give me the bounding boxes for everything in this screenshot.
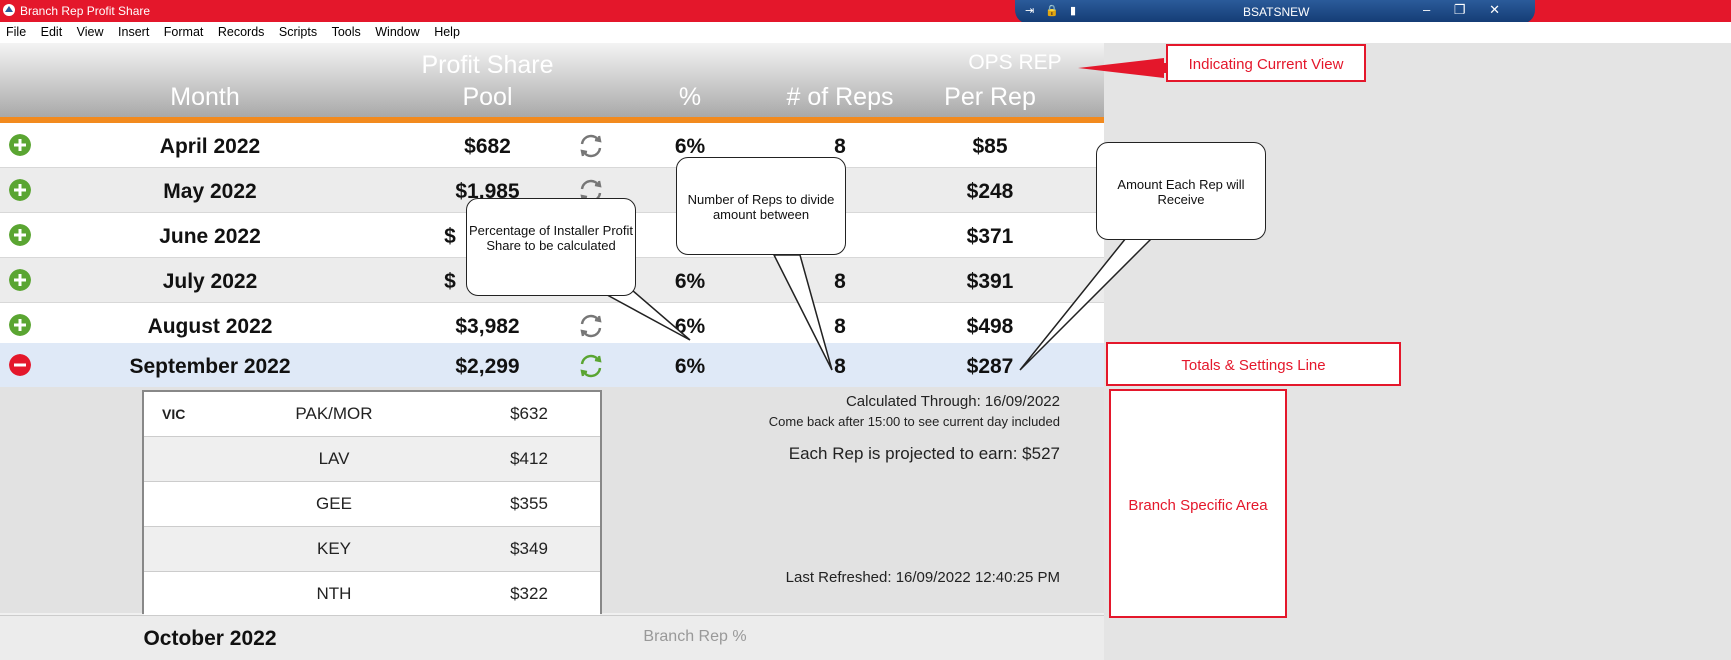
branch-amount: $412 (510, 449, 548, 468)
row-per-rep: $85 (972, 135, 1008, 158)
callout-amount-each: Amount Each Rep will Receive (1096, 142, 1266, 240)
header-num-reps: # of Reps (786, 83, 894, 111)
collapse-minus-icon[interactable] (9, 354, 31, 376)
row-pool: $2,299 (455, 355, 520, 378)
annotation-branch-area: Branch Specific Area (1109, 389, 1287, 618)
menu-help[interactable]: Help (434, 22, 460, 39)
menu-scripts[interactable]: Scripts (279, 22, 317, 39)
branch-amount: $355 (510, 494, 548, 513)
row-num-reps: 8 (834, 270, 846, 293)
row-per-rep: $498 (966, 315, 1014, 338)
branch-row: KEY $349 (144, 527, 600, 572)
header-month: Month (170, 83, 240, 111)
branch-name: KEY (316, 539, 352, 558)
menu-view[interactable]: View (77, 22, 104, 39)
last-refreshed: Last Refreshed: 16/09/2022 12:40:25 PM (785, 569, 1060, 586)
app-icon (3, 4, 15, 16)
header-pool-line1: Profit Share (421, 51, 554, 79)
callout-num-reps: Number of Reps to divide amount between (676, 157, 846, 255)
branch-rep-percent-label: Branch Rep % (643, 628, 747, 645)
branch-name: GEE (316, 494, 352, 513)
branch-state: VIC (162, 406, 186, 422)
branch-row: VIC PAK/MOR $632 (144, 392, 600, 437)
branch-row: NTH $322 (144, 572, 600, 617)
menu-insert[interactable]: Insert (118, 22, 149, 39)
row-percent: 6% (674, 270, 706, 293)
branch-name: PAK/MOR (295, 404, 373, 423)
branch-amount: $349 (510, 539, 548, 558)
expand-plus-icon[interactable] (9, 179, 31, 201)
menu-window[interactable]: Window (375, 22, 419, 39)
main-panel: Month Profit Share Pool % # of Reps OPS … (0, 43, 1104, 660)
header-pool-line2: Pool (462, 83, 513, 111)
citrix-server-name: BSATSNEW (1243, 5, 1310, 19)
row-num-reps: 8 (834, 315, 846, 338)
branch-name: LAV (318, 449, 350, 468)
refresh-icon[interactable] (576, 351, 606, 381)
totals-settings-row[interactable]: September 2022 $2,299 6% 8 $287 (0, 343, 1104, 388)
row-per-rep: $391 (966, 270, 1014, 293)
menu-file[interactable]: File (6, 22, 26, 39)
menu-edit[interactable]: Edit (41, 22, 63, 39)
branch-row: GEE $355 (144, 482, 600, 527)
row-percent: 6% (674, 135, 706, 158)
row-per-rep: $248 (966, 180, 1014, 203)
citrix-tools-icons[interactable]: ⇥ 🔒 ▮ (1025, 4, 1080, 17)
row-pool: $3,982 (455, 315, 520, 338)
calculated-through: Calculated Through: 16/09/2022 (845, 393, 1060, 410)
citrix-bar[interactable]: ⇥ 🔒 ▮ BSATSNEW ‒ ❐ ✕ (1015, 0, 1535, 24)
window-controls[interactable]: ‒ ❐ ✕ (1423, 2, 1510, 18)
row-per-rep: $287 (966, 355, 1014, 378)
menu-tools[interactable]: Tools (332, 22, 361, 39)
callout-percentage: Percentage of Installer Profit Share to … (466, 198, 636, 296)
row-month: October 2022 (143, 627, 277, 650)
row-percent: 6% (674, 315, 706, 338)
annotation-current-view: Indicating Current View (1166, 44, 1366, 82)
expand-plus-icon[interactable] (9, 134, 31, 156)
header-current-view: OPS REP (968, 51, 1062, 74)
expand-plus-icon[interactable] (9, 269, 31, 291)
window-title: Branch Rep Profit Share (20, 4, 151, 18)
branch-name: NTH (316, 584, 352, 603)
come-back-note: Come back after 15:00 to see current day… (768, 414, 1060, 429)
row-month: August 2022 (147, 315, 273, 338)
branch-table: VIC PAK/MOR $632 LAV $412 GEE $355 KEY $… (142, 390, 602, 617)
menu-bar: File Edit View Insert Format Records Scr… (0, 22, 1731, 43)
expand-plus-icon[interactable] (9, 224, 31, 246)
month-row[interactable]: October 2022 Branch Rep % (0, 615, 1104, 660)
branch-amount: $322 (510, 584, 548, 603)
row-pool: $682 (464, 135, 511, 158)
expand-plus-icon[interactable] (9, 314, 31, 336)
row-per-rep: $371 (966, 225, 1014, 248)
menu-records[interactable]: Records (218, 22, 265, 39)
branch-amount: $632 (510, 404, 548, 423)
branch-row: LAV $412 (144, 437, 600, 482)
row-month: July 2022 (162, 270, 258, 293)
refresh-icon[interactable] (576, 311, 606, 341)
header-per-rep: Per Rep (944, 83, 1036, 111)
projected-earnings: Each Rep is projected to earn: $527 (788, 444, 1060, 463)
row-month: September 2022 (129, 355, 291, 378)
month-row[interactable]: April 2022 $682 6% 8 $85 (0, 123, 1104, 168)
row-month: June 2022 (159, 225, 261, 248)
table-header: Month Profit Share Pool % # of Reps OPS … (0, 43, 1104, 117)
menu-format[interactable]: Format (164, 22, 204, 39)
row-month: May 2022 (163, 180, 257, 203)
header-percent: % (678, 83, 702, 111)
refresh-icon[interactable] (576, 131, 606, 161)
annotation-totals: Totals & Settings Line (1106, 342, 1401, 386)
row-num-reps: 8 (834, 135, 846, 158)
month-row[interactable]: August 2022 $3,982 6% 8 $498 (0, 303, 1104, 348)
row-percent[interactable]: 6% (660, 355, 720, 379)
row-month: April 2022 (159, 135, 261, 158)
row-num-reps[interactable]: 8 (810, 355, 870, 379)
